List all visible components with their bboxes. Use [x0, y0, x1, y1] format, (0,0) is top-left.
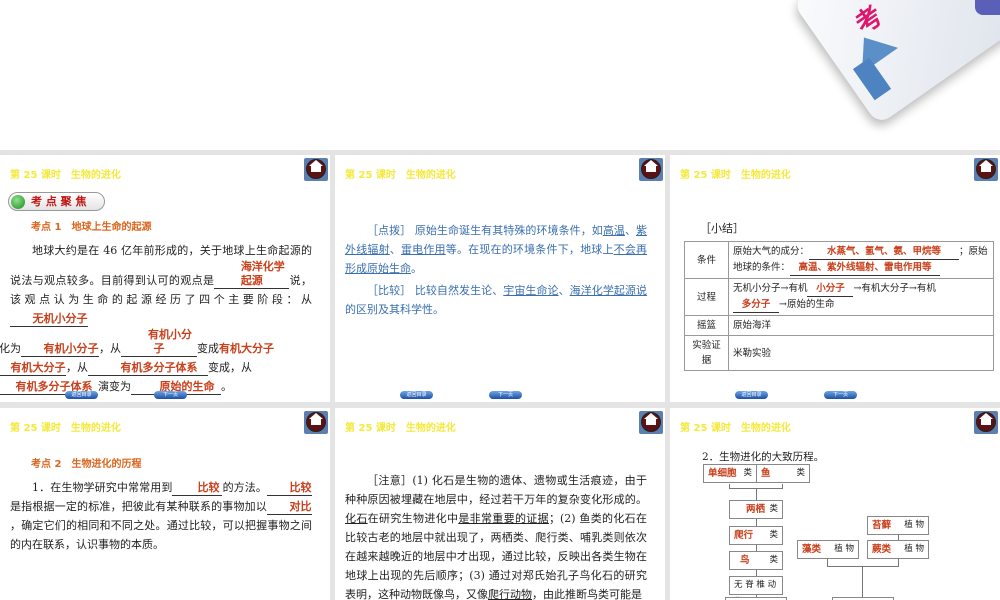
next-nav-button[interactable]: 下一页 — [154, 391, 187, 399]
node-unicellular: 单细胞类 — [703, 464, 757, 483]
node-fish: 鱼类 — [756, 464, 810, 483]
slide-4[interactable]: 第 25 课时 生物的进化 考点 2 生物进化的历程 1．在生物学研究中常常用到… — [0, 408, 330, 600]
home-button[interactable] — [304, 158, 328, 181]
slide-title: 第 25 课时 生物的进化 — [345, 423, 456, 434]
next-nav-button[interactable]: 下一页 — [824, 391, 857, 399]
compare-paragraph: ［比较］ 比较自然发生论、宇宙生命论、海洋化学起源说的区别及其科学性。 — [345, 284, 648, 316]
table-row: 条件 原始大气的成分： 水蒸气、氢气、氨、甲烷等 ；原始地球的条件： 高温、紫外线辐射、… — [684, 241, 994, 279]
prev-nav-button[interactable]: 返回目录 — [400, 391, 433, 399]
node-bird: 鸟类 — [729, 551, 783, 570]
prev-nav-button[interactable]: 返回目录 — [735, 391, 768, 399]
node-reptile: 爬行类 — [729, 526, 783, 545]
next-nav-button[interactable]: 下一页 — [489, 391, 522, 399]
home-button[interactable] — [304, 411, 328, 434]
paragraph: 1．在生物学研究中常常用到 比较 的方法。 比较是指根据一定的标准，把彼此有某种联系的… — [10, 481, 313, 551]
slide-6[interactable]: 第 25 课时 生物的进化 2．生物进化的大致历程。 单细胞类 鱼类 两栖类 爬… — [670, 408, 1000, 600]
node-amphibian: 两栖类 — [729, 500, 783, 519]
table-row: 实验证据 米勒实验 — [684, 335, 994, 371]
slide-title: 第 25 课时 生物的进化 — [10, 423, 121, 434]
summary-table: 条件 原始大气的成分： 水蒸气、氢气、氨、甲烷等 ；原始地球的条件： 高温、紫外线辐射、… — [684, 241, 994, 371]
prev-nav-button[interactable]: 返回目录 — [65, 391, 98, 399]
node-moss: 苔藓植 物 — [867, 516, 929, 535]
home-button[interactable] — [974, 411, 998, 434]
tip-paragraph: ［点拨］ 原始生命诞生有其特殊的环境条件，如高温、紫外线辐射、雷电作用等。在现在… — [345, 224, 648, 275]
slide-title: 第 25 课时 生物的进化 — [345, 170, 456, 181]
slide-title: 第 25 课时 生物的进化 — [680, 423, 791, 434]
home-button[interactable] — [974, 158, 998, 181]
paragraph: 地球大约是在 46 亿年前形成的，关于地球上生命起源的说法与观点较多。目前得到认… — [0, 241, 312, 396]
top-strip: 考 — [0, 0, 1000, 150]
note-paragraph: ［注意］(1) 化石是生物的遗体、遗物或生活痕迹，由于种种原因被埋藏在地层中，经… — [345, 474, 648, 600]
decoration-card — [792, 0, 1000, 126]
slide-2[interactable]: 第 25 课时 生物的进化 ［点拨］ 原始生命诞生有其特殊的环境条件，如高温、紫… — [335, 155, 665, 402]
node-fern: 蕨类植 物 — [867, 540, 929, 559]
slide-1[interactable]: 第 25 课时 生物的进化 考 点 聚 焦 考点 1 地球上生命的起源 地球大约… — [0, 155, 330, 402]
slide-5[interactable]: 第 25 课时 生物的进化 ［注意］(1) 化石是生物的遗体、遗物或生活痕迹，由… — [335, 408, 665, 600]
slide-title: 第 25 课时 生物的进化 — [10, 170, 121, 181]
section-heading: 考点 1 地球上生命的起源 — [31, 222, 152, 233]
table-row: 过程 无机小分子→有机 小分子 →有机大分子→有机 多分子 →原始的生命 — [684, 278, 994, 316]
slide-title: 第 25 课时 生物的进化 — [680, 170, 791, 181]
node-invertebrate: 无 脊 椎 动 物 — [729, 576, 783, 600]
slide-3[interactable]: 第 25 课时 生物的进化 ［小结］ 条件 原始大气的成分： 水蒸气、氢气、氨、甲烷… — [670, 155, 1000, 402]
summary-heading: ［小结］ — [700, 222, 744, 235]
badge-label: 考 点 聚 焦 — [31, 195, 87, 208]
section-badge: 考 点 聚 焦 — [8, 192, 105, 211]
home-button[interactable] — [639, 411, 663, 434]
table-row: 摇篮 原始海洋 — [684, 315, 994, 336]
section-heading: 考点 2 生物进化的历程 — [31, 459, 142, 470]
node-algae-plant: 藻类植 物 — [797, 540, 859, 559]
decoration-tab — [975, 0, 1000, 15]
home-button[interactable] — [639, 158, 663, 181]
